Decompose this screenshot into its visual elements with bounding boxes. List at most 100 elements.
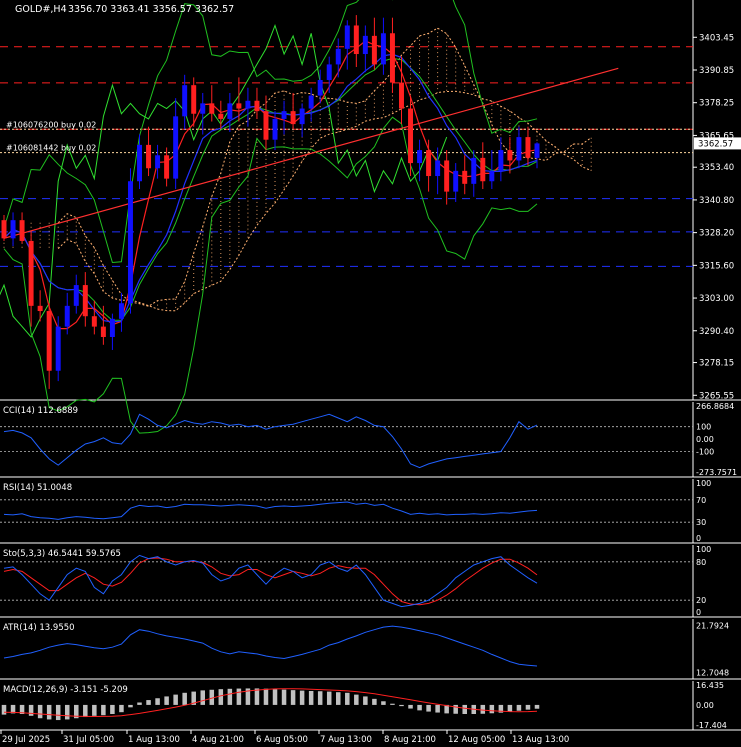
main-price-panel[interactable]: 3403.453390.853378.253365.653353.403340.… — [0, 0, 741, 434]
time-axis-label: 13 Aug 13:00 — [512, 735, 569, 745]
price-tick-label: 3340.80 — [699, 196, 734, 206]
time-axis-label: 7 Aug 13:00 — [320, 735, 372, 745]
time-axis-label: 29 Jul 2025 — [2, 735, 50, 745]
candle-body — [209, 103, 215, 114]
candle-body — [82, 285, 88, 317]
candle-body — [525, 137, 531, 158]
price-tick-label: 3278.15 — [699, 359, 734, 369]
candle-body — [380, 33, 386, 65]
candle-body — [28, 240, 34, 306]
indicator-axis-label: 20 — [696, 596, 706, 605]
candle-body — [100, 326, 106, 337]
time-axis-label: 12 Aug 05:00 — [448, 735, 505, 745]
indicator-axis-label: 100 — [696, 423, 711, 432]
indicator-label: CCI(14) 112.6889 — [3, 406, 78, 416]
candle-body — [344, 25, 350, 49]
indicator-line — [3, 501, 538, 520]
candle-body — [272, 118, 278, 140]
candle-body — [426, 150, 432, 177]
indicator-axis-label: 266.8684 — [696, 402, 734, 411]
indicator-axis-label: 21.7924 — [696, 622, 729, 631]
indicator-axis-label: 0.00 — [696, 435, 714, 444]
candle-body — [299, 108, 305, 125]
candle-body — [200, 103, 206, 114]
candle-body — [164, 155, 170, 179]
candle-body — [462, 170, 468, 184]
price-tick-label: 3353.40 — [699, 163, 734, 173]
atr-indicator-panel[interactable]: ATR(14) 13.9550 21.7924 12.7048 — [0, 619, 741, 680]
price-tick-label: 3390.85 — [699, 66, 734, 76]
indicator-label: ATR(14) 13.9550 — [3, 623, 75, 633]
candle-body — [118, 303, 124, 319]
symbol-header: GOLD#,H4 — [15, 4, 67, 15]
candle-body — [399, 82, 404, 109]
candle-body — [498, 150, 504, 171]
candle-body — [37, 305, 43, 312]
price-tick-label: 3403.45 — [699, 33, 734, 43]
candle-body — [534, 143, 540, 158]
price-tick-label: 3265.55 — [699, 391, 734, 401]
time-axis-label: 1 Aug 13:00 — [128, 735, 180, 745]
indicator-axis-label: 0 — [696, 608, 701, 617]
candle-body — [516, 137, 522, 161]
candle-body — [55, 326, 61, 371]
indicator-axis-label: 100 — [696, 545, 711, 554]
indicator-axis-label: -273.7571 — [696, 468, 737, 477]
indicator-axis-label: -17.404 — [696, 721, 727, 730]
indicator-axis-label: 80 — [696, 558, 706, 567]
candle-body — [362, 35, 368, 55]
candle-body — [64, 305, 70, 327]
candle-body — [182, 85, 188, 117]
candle-body — [353, 25, 359, 55]
price-tick-label: 3290.40 — [699, 327, 734, 337]
candle-body — [389, 33, 395, 83]
price-tick-label: 3303.00 — [699, 294, 734, 304]
candle-body — [335, 48, 341, 65]
trading-chart[interactable]: 3403.453390.853378.253365.653353.403340.… — [0, 0, 741, 747]
candle-body — [480, 157, 486, 182]
candle-body — [317, 79, 323, 96]
cci-indicator-panel[interactable]: CCI(14) 112.6889 266.8684 100 0.00 -100 -273.… — [0, 402, 741, 478]
candle-body — [254, 100, 260, 112]
indicator-axis-label: 12.7048 — [696, 668, 729, 677]
candle-body — [417, 150, 423, 164]
indicator-label: Sto(5,3,3) 46.5441 59.5765 — [3, 549, 121, 559]
indicator-label: MACD(12,26,9) -3.151 -5.209 — [3, 685, 128, 695]
candle-body — [146, 144, 152, 169]
candle-body — [127, 181, 133, 304]
candle-body — [290, 111, 296, 125]
indicator-line — [3, 413, 538, 469]
candle-body — [73, 285, 79, 306]
indicator-axis-label: 16.435 — [696, 681, 724, 690]
candle-body — [1, 220, 7, 239]
indicator-axis-label: 0.00 — [696, 701, 714, 710]
ohlc-header: 3356.70 3363.41 3356.57 3362.57 — [68, 4, 234, 15]
indicator-axis-label: 100 — [696, 479, 711, 488]
time-axis-label: 31 Jul 05:00 — [63, 735, 114, 745]
buy-order-label: #106081442 buy 0.02 — [6, 144, 96, 153]
price-tick-label: 3328.20 — [699, 229, 734, 239]
rsi-indicator-panel[interactable]: RSI(14) 51.0048 100 70 30 0 — [0, 479, 741, 544]
time-axis: 29 Jul 2025 31 Jul 05:00 1 Aug 13:00 4 Aug … — [0, 730, 569, 745]
candle-body — [371, 35, 377, 65]
indicator-label: RSI(14) 51.0048 — [3, 483, 72, 493]
candle-body — [227, 103, 233, 119]
time-axis-label: 6 Aug 05:00 — [256, 735, 308, 745]
macd-indicator-panel[interactable]: MACD(12,26,9) -3.151 -5.209 16.435 0.00 -17… — [0, 681, 741, 731]
candle-body — [444, 160, 450, 192]
candle-body — [19, 220, 25, 241]
price-tick-label: 3378.25 — [699, 99, 734, 109]
price-tick-label: 3315.60 — [699, 261, 734, 271]
indicator-line — [3, 625, 538, 667]
candle-body — [46, 311, 52, 371]
stochastic-indicator-panel[interactable]: Sto(5,3,3) 46.5441 59.5765 100 80 20 0 — [0, 545, 741, 618]
indicator-line — [3, 554, 538, 608]
candle-body — [471, 157, 477, 184]
candle-body — [109, 318, 115, 337]
candle-body — [489, 170, 495, 182]
candle-body — [326, 64, 332, 80]
candle-body — [408, 108, 414, 164]
indicator-axis-label: -100 — [696, 447, 714, 456]
indicator-axis-label: 30 — [696, 518, 706, 527]
candle-body — [10, 220, 16, 239]
